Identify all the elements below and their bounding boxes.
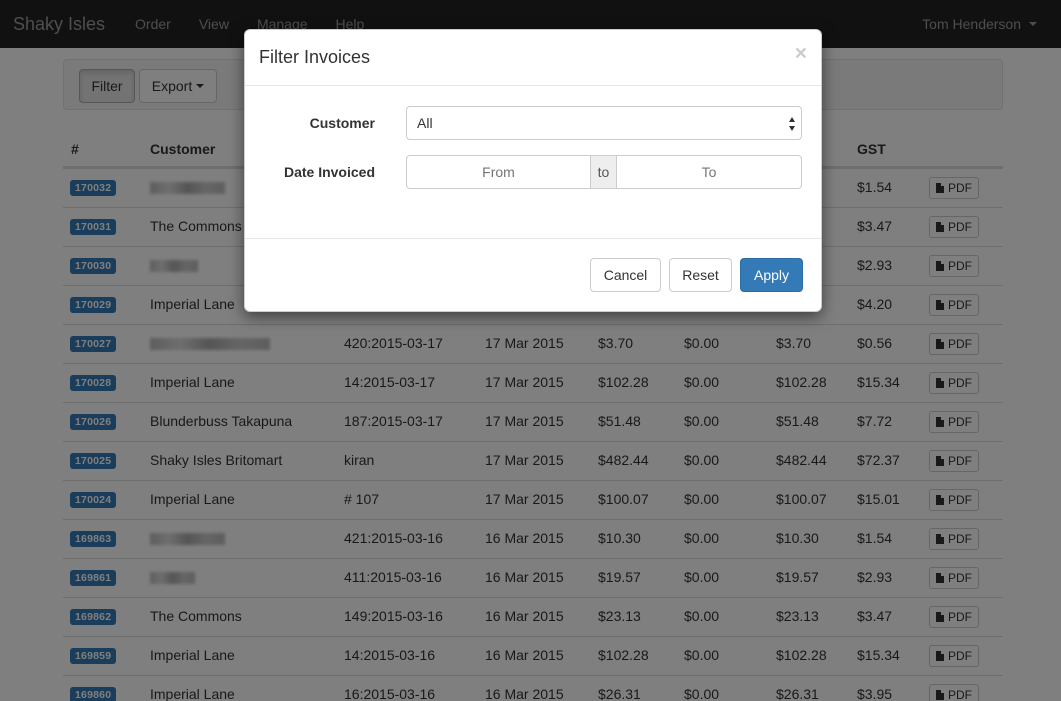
date-from-input[interactable]	[406, 155, 591, 189]
modal-body: Customer All Date Invoiced to	[245, 86, 821, 239]
date-invoiced-label: Date Invoiced	[283, 164, 375, 180]
customer-select-value: All	[417, 115, 433, 131]
select-arrows-icon	[789, 117, 795, 131]
close-icon[interactable]: ×	[795, 43, 807, 64]
modal-title: Filter Invoices	[259, 47, 371, 67]
reset-button-label: Reset	[682, 267, 719, 283]
date-range-separator: to	[591, 155, 616, 189]
date-range-group: to	[406, 155, 802, 189]
apply-button[interactable]: Apply	[740, 258, 803, 292]
date-to-input[interactable]	[616, 155, 802, 189]
filter-invoices-modal: Filter Invoices × Customer All Date Invo…	[244, 29, 822, 312]
cancel-button[interactable]: Cancel	[590, 258, 661, 292]
apply-button-label: Apply	[753, 267, 790, 283]
reset-button[interactable]: Reset	[669, 258, 732, 292]
modal-footer: Cancel Reset Apply	[245, 239, 821, 311]
customer-select[interactable]: All	[406, 106, 802, 140]
modal-header: Filter Invoices ×	[245, 30, 821, 86]
customer-label: Customer	[309, 115, 375, 131]
cancel-button-label: Cancel	[603, 267, 648, 283]
